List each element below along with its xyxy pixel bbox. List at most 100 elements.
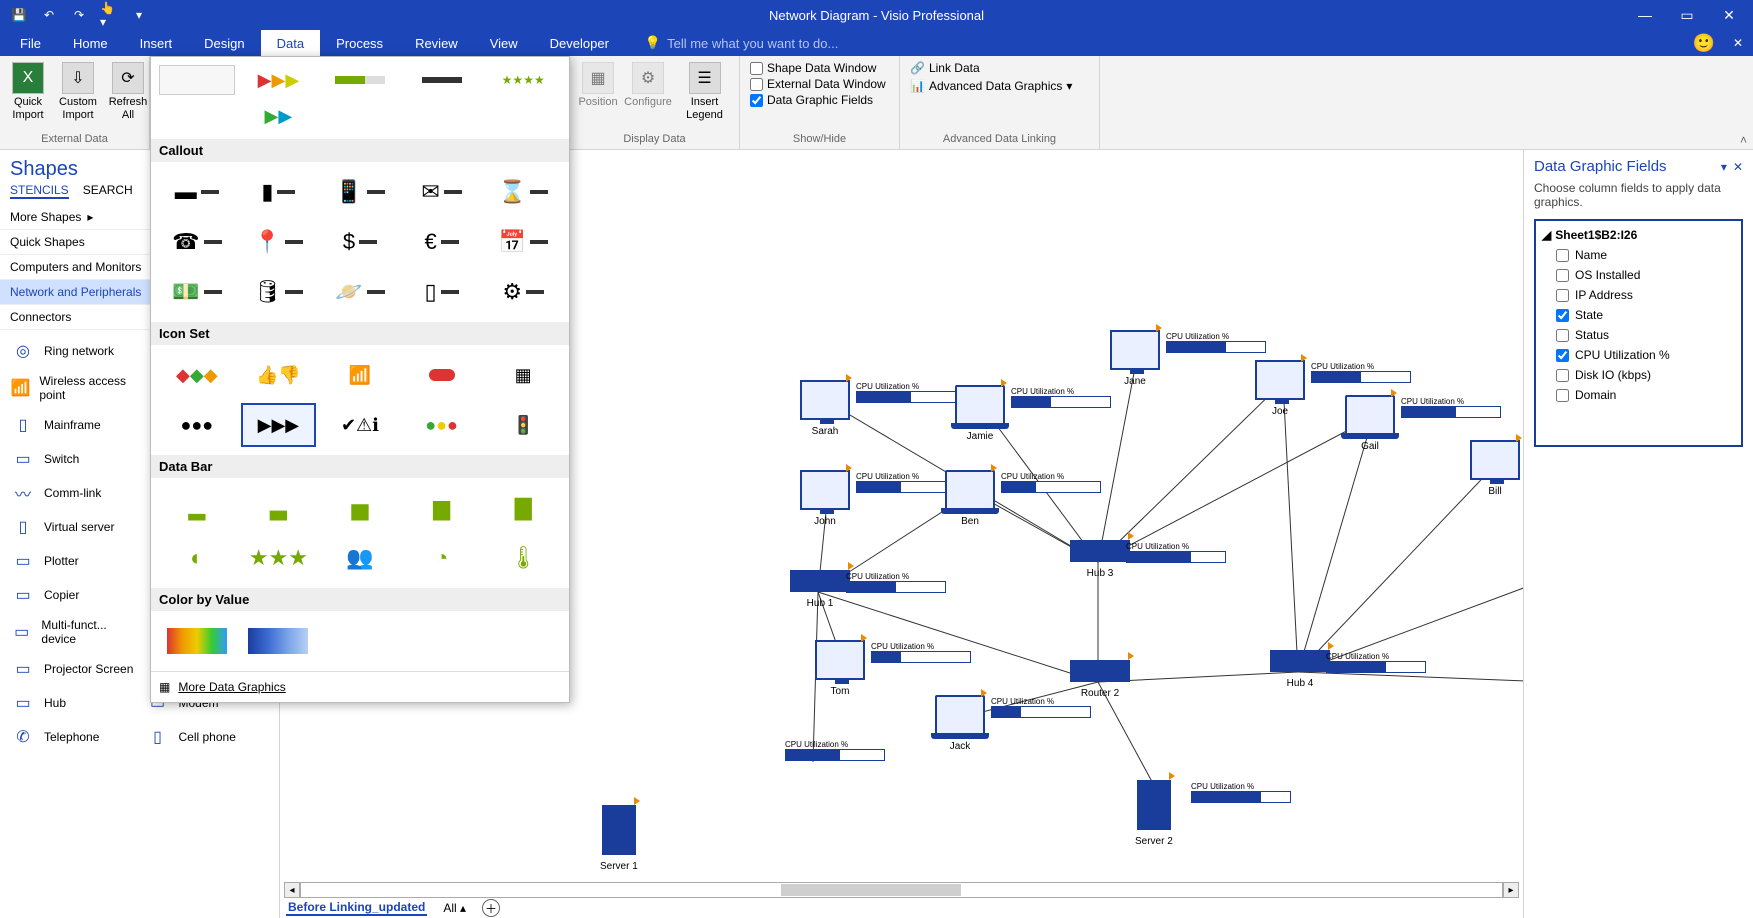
gallery-tile-blues[interactable] (241, 619, 317, 663)
shape-stencil-item[interactable]: ▯Cell phone (141, 722, 274, 752)
diagram-node-tom[interactable]: CPU Utilization %Tom (815, 640, 865, 697)
diagram-node-joe[interactable]: CPU Utilization %Joe (1255, 360, 1305, 417)
gallery-tile-people[interactable]: 👥 (322, 536, 398, 580)
tab-process[interactable]: Process (320, 30, 399, 56)
gallery-tile-flags2[interactable]: ▶▶ (241, 101, 317, 131)
gallery-tile-stoplight[interactable]: 🚦 (485, 403, 561, 447)
gallery-tile-bar1[interactable]: ▂ (159, 486, 235, 530)
undo-icon[interactable]: ↶ (40, 6, 58, 24)
gallery-tile-thermo[interactable]: 🌡 (485, 536, 561, 580)
gallery-tile-lights[interactable]: ●●● (404, 403, 480, 447)
gallery-tile-bar5[interactable]: ▇ (485, 486, 561, 530)
gallery-tile-bar4[interactable]: ▆ (404, 486, 480, 530)
shapes-tab-stencils[interactable]: STENCILS (10, 183, 69, 199)
field-checkbox-domain[interactable]: Domain (1538, 385, 1739, 405)
shape-stencil-item[interactable]: ◎Ring network (6, 336, 139, 366)
gallery-tile-device[interactable]: ▯ (404, 270, 480, 314)
diagram-node-sarah[interactable]: CPU Utilization %Sarah (800, 380, 850, 437)
tab-review[interactable]: Review (399, 30, 474, 56)
gallery-tile-wifi[interactable]: 📶 (322, 353, 398, 397)
pane-menu-icon[interactable]: ▾ (1721, 160, 1727, 174)
gallery-tile-hourglass[interactable]: ⌛ (485, 170, 561, 214)
shape-stencil-item[interactable]: ▭Hub (6, 688, 139, 718)
gallery-tile-pie[interactable]: ◐ (159, 536, 235, 580)
tab-home[interactable]: Home (57, 30, 124, 56)
field-checkbox-ip-address[interactable]: IP Address (1538, 285, 1739, 305)
diagram-node-john[interactable]: CPU Utilization %John (800, 470, 850, 527)
gallery-tile-stars2[interactable]: ★★★ (241, 536, 317, 580)
configure-button[interactable]: ⚙Configure (626, 60, 670, 111)
diagram-node-router2[interactable]: Router 2 (1070, 660, 1130, 699)
sheet-tab[interactable]: Before Linking_updated (286, 900, 427, 916)
gallery-tile-cash[interactable]: 💵 (159, 270, 235, 314)
redo-icon[interactable]: ↷ (70, 6, 88, 24)
diagram-node-hub1[interactable]: CPU Utilization %Hub 1 (790, 570, 850, 609)
gallery-tile-blank[interactable] (159, 65, 235, 95)
shape-stencil-item[interactable]: 〰Comm-link (6, 478, 139, 508)
close-doc-button[interactable]: ✕ (1733, 36, 1743, 50)
feedback-smiley-icon[interactable]: 🙂 (1693, 33, 1715, 54)
qat-customize-icon[interactable]: ▾ (130, 6, 148, 24)
tab-insert[interactable]: Insert (124, 30, 189, 56)
gallery-tile-text[interactable]: ▬ (159, 170, 235, 214)
advanced-data-graphics-button[interactable]: 📊Advanced Data Graphics ▾ (906, 78, 1076, 94)
diagram-node-hub3[interactable]: CPU Utilization %Hub 3 (1070, 540, 1130, 579)
field-checkbox-name[interactable]: Name (1538, 245, 1739, 265)
shape-stencil-item[interactable]: ▭Switch (6, 444, 139, 474)
shape-data-window-checkbox[interactable]: Shape Data Window (746, 60, 880, 76)
gallery-tile-tag[interactable]: ▮ (241, 170, 317, 214)
gallery-tile-gauge[interactable]: ◔ (404, 536, 480, 580)
gallery-tile-pin[interactable]: 📍 (241, 220, 317, 264)
gallery-tile-thumbs[interactable]: 👍👎 (241, 353, 317, 397)
link-data-button[interactable]: 🔗Link Data (906, 60, 984, 76)
pane-close-icon[interactable]: ✕ (1733, 160, 1743, 174)
gallery-tile-euro[interactable]: € (404, 220, 480, 264)
field-checkbox-state[interactable]: State (1538, 305, 1739, 325)
gallery-tile-grid[interactable]: ▦ (485, 353, 561, 397)
sheet-all-dropdown[interactable]: All ▴ (443, 901, 466, 915)
diagram-node-hub4[interactable]: CPU Utilization %Hub 4 (1270, 650, 1330, 689)
shape-stencil-item[interactable]: ✆Telephone (6, 722, 139, 752)
gallery-tile-dollar[interactable]: $ (322, 220, 398, 264)
restore-button[interactable]: ▭ (1673, 3, 1701, 27)
gallery-tile-bar3[interactable]: ▅ (322, 486, 398, 530)
shape-stencil-item[interactable]: ▭Multi-funct... device (6, 614, 139, 650)
minimize-button[interactable]: ― (1631, 3, 1659, 27)
gallery-tile-call[interactable]: ☎ (159, 220, 235, 264)
shapes-tab-search[interactable]: SEARCH (83, 183, 133, 199)
tab-file[interactable]: File (4, 30, 57, 56)
gallery-tile-bar2[interactable]: ▃ (241, 486, 317, 530)
gallery-tile-toggles[interactable] (404, 353, 480, 397)
gallery-tile-status[interactable]: ✔⚠ℹ (322, 403, 398, 447)
field-checkbox-cpu-utilization-[interactable]: CPU Utilization % (1538, 345, 1739, 365)
gallery-tile-shields[interactable]: ◆◆◆ (159, 353, 235, 397)
field-checkbox-status[interactable]: Status (1538, 325, 1739, 345)
diagram-node-jane[interactable]: CPU Utilization %Jane (1110, 330, 1160, 387)
field-checkbox-os-installed[interactable]: OS Installed (1538, 265, 1739, 285)
shape-stencil-item[interactable]: ▭Projector Screen (6, 654, 139, 684)
shape-stencil-item[interactable]: 📶Wireless access point (6, 370, 139, 406)
diagram-node-jack[interactable]: CPU Utilization %Jack (935, 695, 985, 752)
quick-import-button[interactable]: XQuick Import (6, 60, 50, 123)
diagram-node-jamie[interactable]: CPU Utilization %Jamie (955, 385, 1005, 442)
diagram-node-server2[interactable]: CPU Utilization %Server 2 (1135, 780, 1173, 847)
gallery-tile-phone[interactable]: 📱 (322, 170, 398, 214)
refresh-all-button[interactable]: ⟳Refresh All (106, 60, 150, 123)
gallery-tile-flags[interactable]: ▶▶▶ (241, 65, 317, 95)
horizontal-scrollbar[interactable]: ◂ ▸ (284, 882, 1519, 898)
add-sheet-button[interactable]: ＋ (482, 899, 500, 917)
data-graphic-fields-checkbox[interactable]: Data Graphic Fields (746, 92, 877, 108)
scroll-track[interactable] (300, 882, 1503, 898)
position-button[interactable]: ▦Position (576, 60, 620, 111)
custom-import-button[interactable]: ⇩Custom Import (56, 60, 100, 123)
more-data-graphics-button[interactable]: ▦More Data Graphics (151, 671, 569, 702)
shape-stencil-item[interactable]: ▯Virtual server (6, 512, 139, 542)
shape-stencil-item[interactable]: ▯Mainframe (6, 410, 139, 440)
gallery-tile-planet[interactable]: 🪐 (322, 270, 398, 314)
gallery-tile-flags[interactable]: ▶▶▶ (241, 403, 317, 447)
gallery-tile-text[interactable] (404, 65, 480, 95)
tab-developer[interactable]: Developer (534, 30, 625, 56)
touch-mode-icon[interactable]: 👆▾ (100, 6, 118, 24)
external-data-window-checkbox[interactable]: External Data Window (746, 76, 890, 92)
save-icon[interactable]: 💾 (10, 6, 28, 24)
